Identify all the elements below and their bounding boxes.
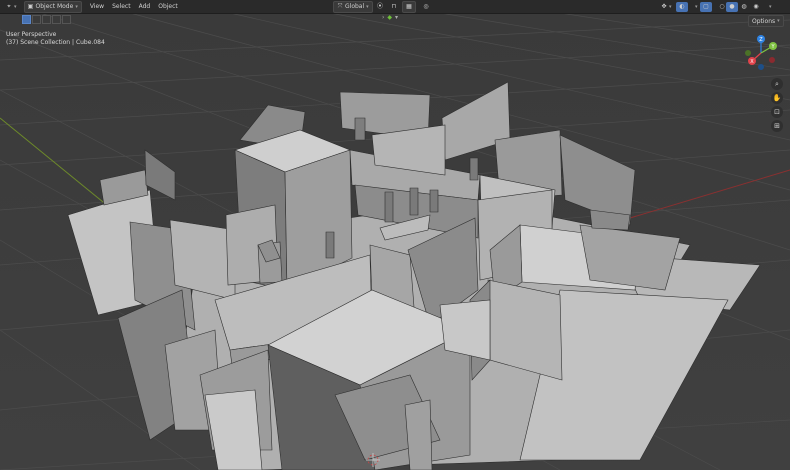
transform-orientation-icon: ⤧: [337, 2, 343, 10]
gizmo-neg-z[interactable]: [758, 64, 764, 70]
viewport-info: User Perspective (37) Scene Collection |…: [6, 31, 105, 47]
magnet-icon: ⊓: [391, 2, 397, 10]
3d-viewport-icon: ⌖: [7, 2, 11, 10]
chevron-down-icon: ▾: [14, 3, 17, 10]
object-mode-icon: ▣: [27, 2, 34, 10]
3d-viewport[interactable]: [0, 0, 790, 470]
navigation-gizmo[interactable]: Z Y X: [742, 34, 780, 72]
orientation-dropdown[interactable]: ⤧ Global ▾: [333, 0, 373, 13]
shading-rendered-button[interactable]: ◉: [750, 2, 762, 12]
select-new-button[interactable]: [22, 15, 31, 24]
viewport-scene: [0, 0, 790, 470]
solid-shading-icon: ●: [729, 2, 735, 10]
chevron-down-icon: ▾: [777, 18, 780, 24]
menu-view[interactable]: View: [86, 3, 108, 10]
gizmo-graphic: Z Y X: [745, 35, 777, 70]
snap-toggle[interactable]: ⊓: [388, 2, 400, 12]
viewport-header: ⌖ ▾ ▣ Object Mode ▾ View Select Add Objec…: [0, 0, 790, 14]
object-data-icon[interactable]: ◆: [387, 14, 392, 21]
snap-target-dropdown[interactable]: ▦: [402, 0, 416, 13]
editor-type-button[interactable]: ⌖ ▾: [3, 2, 20, 12]
overlays-toggle[interactable]: ◐: [676, 1, 688, 12]
chevron-down-icon: ▾: [366, 3, 369, 10]
gizmo-icon: ✥: [661, 2, 667, 10]
chevron-right-icon: ›: [382, 14, 385, 21]
gizmo-neg-y[interactable]: [745, 50, 751, 56]
chevron-down-icon: ▾: [695, 3, 698, 10]
shading-dropdown[interactable]: ▾: [764, 2, 775, 12]
xray-toggle[interactable]: ▢: [700, 1, 712, 12]
menu-select[interactable]: Select: [108, 3, 135, 10]
material-preview-icon: ◍: [741, 2, 747, 10]
gizmo-z-label: Z: [759, 37, 763, 43]
pivot-icon: ⦿: [377, 2, 384, 10]
scene-info: (37) Scene Collection | Cube.084: [6, 39, 105, 46]
selection-mode-buttons: [22, 15, 71, 24]
menu-add[interactable]: Add: [135, 3, 155, 10]
select-subtract-button[interactable]: [42, 15, 51, 24]
wireframe-icon: ○: [719, 2, 725, 10]
grid-icon[interactable]: ⊞: [771, 120, 783, 132]
options-label: Options: [752, 17, 776, 25]
menu-object[interactable]: Object: [154, 3, 182, 10]
mode-dropdown[interactable]: ▣ Object Mode ▾: [23, 0, 82, 13]
snap-increment-icon: ▦: [406, 2, 412, 10]
camera-icon[interactable]: ⊡: [771, 106, 783, 118]
chevron-down-icon: ▾: [75, 3, 78, 10]
mode-label: Object Mode: [35, 3, 74, 10]
gizmo-toggle[interactable]: ✥ ▾: [658, 2, 675, 12]
gizmo-x-label: X: [750, 59, 754, 65]
top-center-controls: › ◆ ▾: [382, 14, 398, 21]
shading-material-button[interactable]: ◍: [738, 2, 750, 12]
select-extend-button[interactable]: [32, 15, 41, 24]
shading-solid-button[interactable]: ●: [726, 1, 738, 12]
overlays-icon: ◐: [679, 2, 685, 10]
orientation-label: Global: [345, 3, 365, 10]
chevron-down-icon: ▾: [669, 3, 672, 10]
view-name: User Perspective: [6, 31, 57, 38]
proportional-edit-toggle[interactable]: ◎: [420, 2, 432, 12]
options-dropdown[interactable]: Options ▾: [748, 15, 784, 27]
rendered-shading-icon: ◉: [753, 2, 759, 10]
chevron-down-icon: ▾: [769, 3, 772, 10]
select-invert-button[interactable]: [52, 15, 61, 24]
zoom-icon[interactable]: ⌕: [771, 78, 783, 90]
pivot-button[interactable]: ⦿: [374, 2, 386, 12]
chevron-down-icon: ▾: [395, 14, 399, 21]
select-intersect-button[interactable]: [62, 15, 71, 24]
gizmo-neg-x[interactable]: [769, 57, 775, 63]
hand-pan-icon[interactable]: ✋: [771, 92, 783, 104]
overlays-dropdown[interactable]: ▾: [690, 2, 701, 12]
xray-icon: ▢: [703, 2, 709, 10]
proportional-edit-icon: ◎: [423, 2, 429, 10]
